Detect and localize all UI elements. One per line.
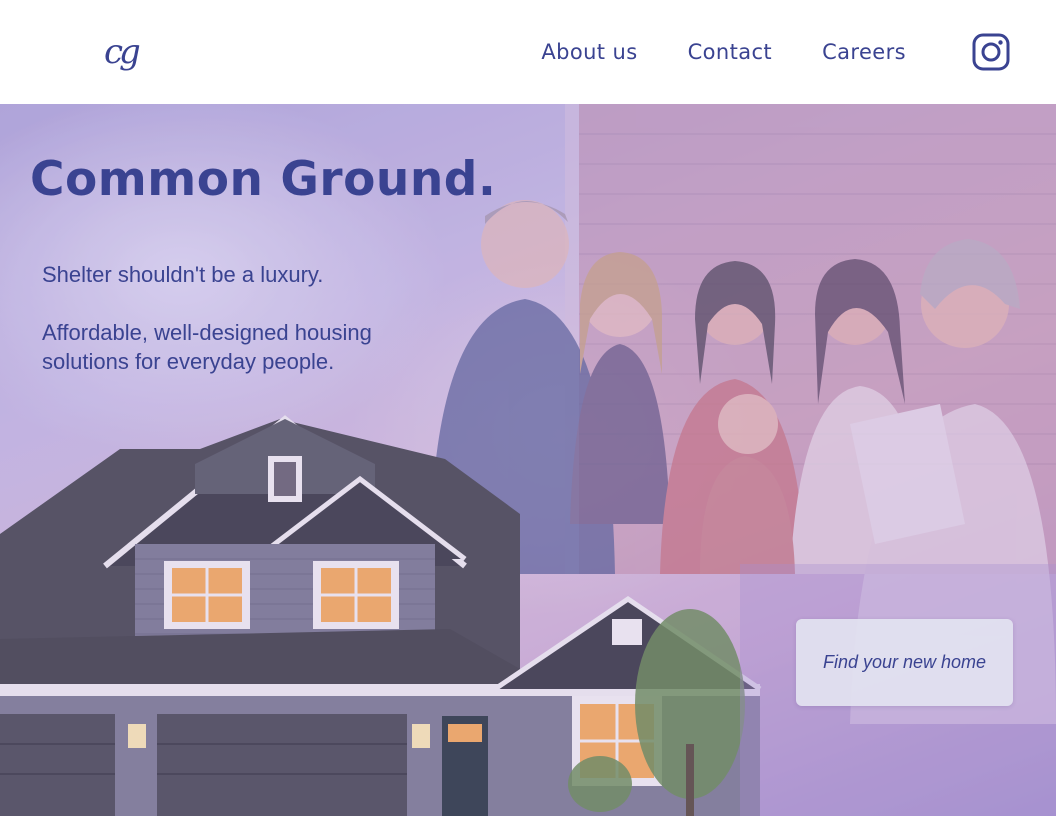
instagram-icon[interactable] <box>972 33 1010 71</box>
brand-logo[interactable]: cg <box>104 26 144 78</box>
main-nav: About us Contact Careers <box>541 40 906 64</box>
find-home-button[interactable]: Find your new home <box>796 619 1013 706</box>
nav-link-contact[interactable]: Contact <box>688 40 773 64</box>
hero-title: Common Ground. <box>30 152 497 207</box>
site-header: cg About us Contact Careers <box>0 0 1056 104</box>
hero-background-photo <box>0 104 1056 816</box>
hero-description: Affordable, well-designed housing soluti… <box>42 320 372 374</box>
hero-section: Common Ground. Shelter shouldn't be a lu… <box>0 104 1056 816</box>
hero-tagline: Shelter shouldn't be a luxury. <box>42 262 324 287</box>
nav-link-careers[interactable]: Careers <box>822 40 906 64</box>
nav-link-about-us[interactable]: About us <box>541 40 637 64</box>
